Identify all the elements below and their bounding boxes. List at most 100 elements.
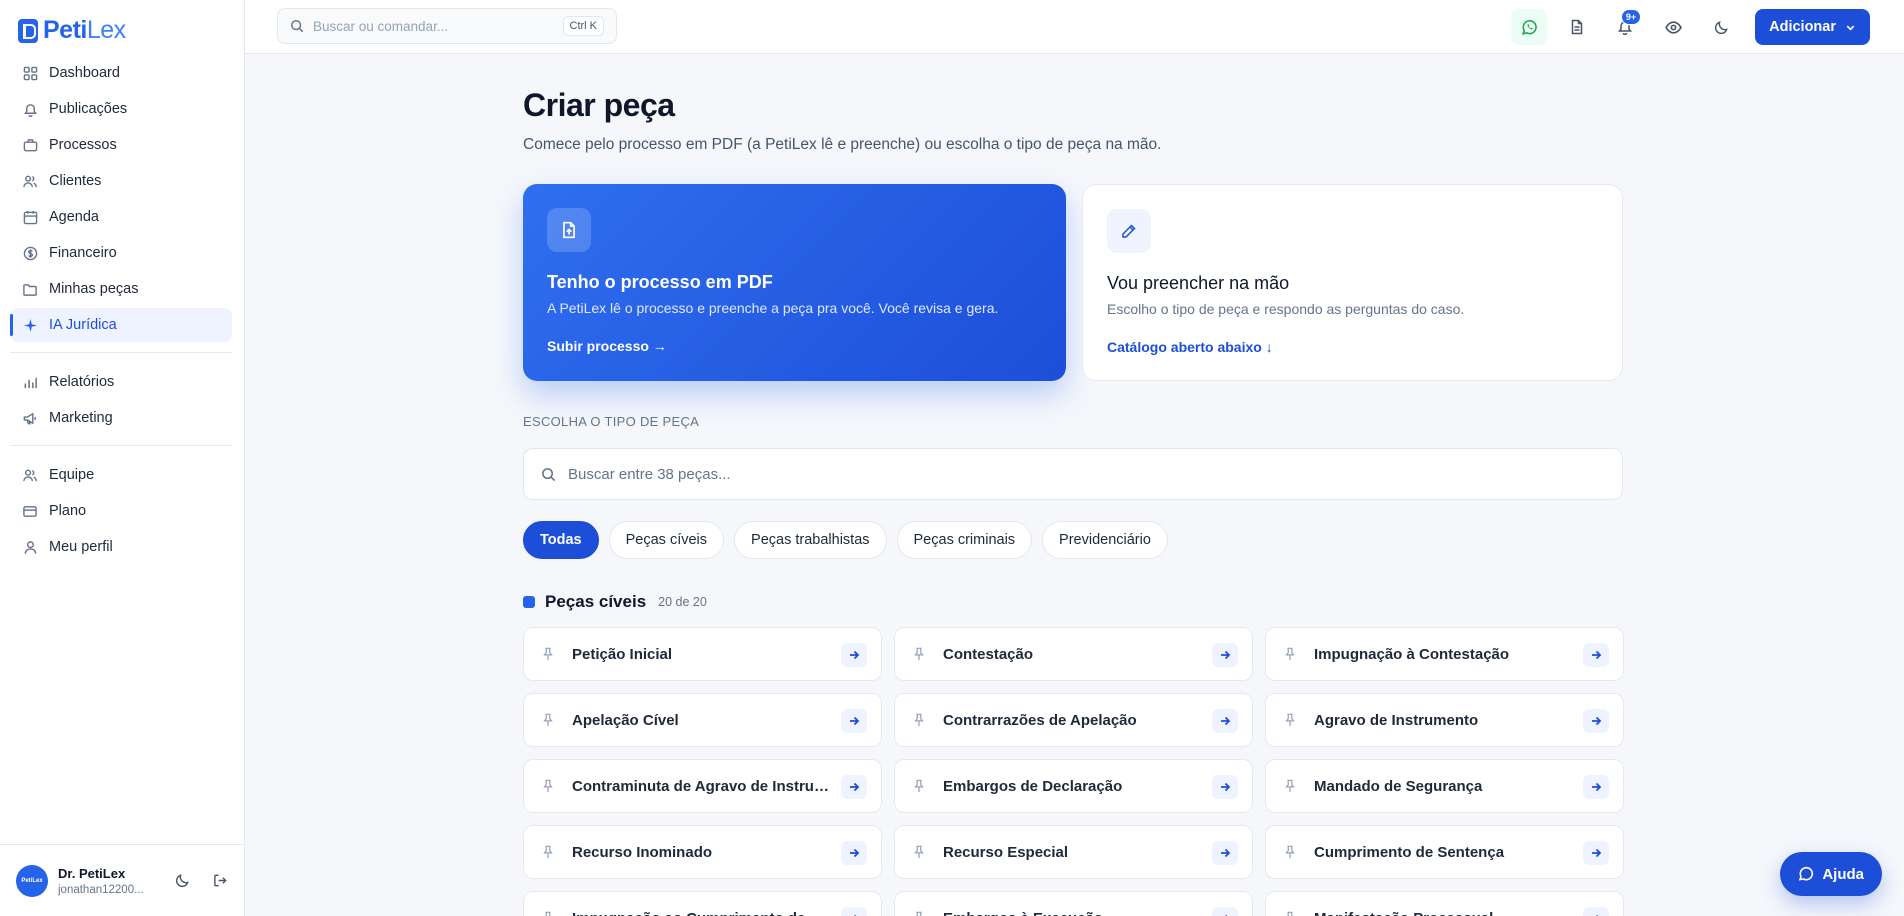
piece-name: Manifestação Processual xyxy=(1314,910,1576,916)
filter-todas[interactable]: Todas xyxy=(523,521,599,559)
sidebar-item-publicacoes[interactable]: Publicações xyxy=(10,92,232,126)
pin-icon[interactable] xyxy=(542,779,556,793)
global-search[interactable]: Ctrl K xyxy=(277,8,617,44)
sidebar-item-agenda[interactable]: Agenda xyxy=(10,200,232,234)
avatar[interactable]: PetiLex xyxy=(16,864,48,897)
pin-icon[interactable] xyxy=(913,713,927,727)
piece-card[interactable]: Recurso Especial xyxy=(894,825,1253,879)
arrow-right-icon[interactable] xyxy=(841,907,867,916)
arrow-right-icon[interactable] xyxy=(1583,841,1609,865)
sidebar-item-label: Meu perfil xyxy=(49,539,113,555)
add-button[interactable]: Adicionar xyxy=(1755,9,1870,45)
arrow-right-icon[interactable] xyxy=(1583,907,1609,916)
sidebar-item-plano[interactable]: Plano xyxy=(10,494,232,528)
sidebar-item-ia-juridica[interactable]: IA Jurídica xyxy=(10,308,232,342)
sidebar-item-minhas-pecas[interactable]: Minhas peças xyxy=(10,272,232,306)
arrow-right-icon[interactable] xyxy=(1583,643,1609,667)
piece-card[interactable]: Contrarrazões de Apelação xyxy=(894,693,1253,747)
arrow-right-icon[interactable] xyxy=(1212,643,1238,667)
upload-process-link[interactable]: Subir processo → xyxy=(547,338,1042,354)
piece-card[interactable]: Agravo de Instrumento xyxy=(1265,693,1624,747)
calendar-icon xyxy=(22,209,38,225)
piece-card[interactable]: Mandado de Segurança xyxy=(1265,759,1624,813)
piece-card[interactable]: Cumprimento de Sentença xyxy=(1265,825,1624,879)
sidebar-item-relatorios[interactable]: Relatórios xyxy=(10,365,232,399)
notifications-badge: 9+ xyxy=(1620,9,1642,25)
user-icon xyxy=(22,539,38,555)
piece-card[interactable]: Embargos de Declaração xyxy=(894,759,1253,813)
pin-icon[interactable] xyxy=(913,911,927,916)
sidebar-item-marketing[interactable]: Marketing xyxy=(10,401,232,435)
bell-icon xyxy=(22,101,38,117)
pin-icon[interactable] xyxy=(542,911,556,916)
catalog-link[interactable]: Catálogo aberto abaixo ↓ xyxy=(1107,339,1598,355)
piece-card[interactable]: Petição Inicial xyxy=(523,627,882,681)
upload-pdf-card[interactable]: Tenho o processo em PDF A PetiLex lê o p… xyxy=(523,184,1066,381)
eye-icon xyxy=(1664,19,1682,36)
piece-card[interactable]: Apelação Cível xyxy=(523,693,882,747)
piece-card[interactable]: Embargos à Execução xyxy=(894,891,1253,916)
filter-pecas-criminais[interactable]: Peças criminais xyxy=(896,521,1033,559)
pin-icon[interactable] xyxy=(1284,911,1298,916)
sidebar-item-meu-perfil[interactable]: Meu perfil xyxy=(10,530,232,564)
pin-icon[interactable] xyxy=(542,845,556,859)
pin-icon[interactable] xyxy=(913,647,927,661)
sidebar-item-equipe[interactable]: Equipe xyxy=(10,458,232,492)
sidebar-item-label: Marketing xyxy=(49,410,113,426)
pin-icon[interactable] xyxy=(1284,779,1298,793)
notifications-button[interactable]: 9+ xyxy=(1607,9,1643,45)
arrow-right-icon[interactable] xyxy=(841,643,867,667)
arrow-right-icon[interactable] xyxy=(841,775,867,799)
arrow-right-icon[interactable] xyxy=(841,709,867,733)
logout-button[interactable] xyxy=(206,867,234,895)
whatsapp-button[interactable] xyxy=(1511,9,1548,45)
moon-icon xyxy=(1714,20,1729,35)
arrow-right-icon[interactable] xyxy=(1212,841,1238,865)
pin-icon[interactable] xyxy=(542,647,556,661)
arrow-right-icon[interactable] xyxy=(1212,709,1238,733)
pin-icon[interactable] xyxy=(1284,647,1298,661)
preview-button[interactable] xyxy=(1655,9,1691,45)
arrow-right-icon[interactable] xyxy=(1583,709,1609,733)
piece-card[interactable]: Recurso Inominado xyxy=(523,825,882,879)
filter-pecas-civeis[interactable]: Peças cíveis xyxy=(608,521,725,559)
sidebar-item-financeiro[interactable]: Financeiro xyxy=(10,236,232,270)
dark-mode-button[interactable] xyxy=(1703,9,1739,45)
piece-card[interactable]: Impugnação à Contestação xyxy=(1265,627,1624,681)
piece-name: Agravo de Instrumento xyxy=(1314,711,1479,729)
pin-icon[interactable] xyxy=(1284,845,1298,859)
user-email: jonathan12200... xyxy=(58,883,144,896)
pin-icon[interactable] xyxy=(913,845,927,859)
theme-toggle-button[interactable] xyxy=(168,867,196,895)
arrow-right-icon[interactable] xyxy=(1212,775,1238,799)
sidebar-item-label: Plano xyxy=(49,503,87,519)
logo-text: PetiLex xyxy=(43,16,126,44)
catalog-search[interactable] xyxy=(523,448,1623,500)
piece-card[interactable]: Contraminuta de Agravo de Instrumento xyxy=(523,759,882,813)
filter-pecas-trabalhistas[interactable]: Peças trabalhistas xyxy=(734,521,887,559)
arrow-right-icon[interactable] xyxy=(841,841,867,865)
catalog-search-input[interactable] xyxy=(568,465,1468,483)
manual-fill-card[interactable]: Vou preencher na mão Escolho o tipo de p… xyxy=(1082,184,1623,381)
sidebar-item-processos[interactable]: Processos xyxy=(10,128,232,162)
pin-icon[interactable] xyxy=(542,713,556,727)
logo[interactable]: PetiLex xyxy=(18,16,126,45)
piece-card[interactable]: Contestação xyxy=(894,627,1253,681)
sidebar-item-dashboard[interactable]: Dashboard xyxy=(10,56,232,90)
piece-name: Contrarrazões de Apelação xyxy=(943,711,1137,729)
sidebar-item-label: Equipe xyxy=(49,467,95,483)
search-input[interactable] xyxy=(313,18,553,34)
pin-icon[interactable] xyxy=(1284,713,1298,727)
piece-card[interactable]: Manifestação Processual xyxy=(1265,891,1624,916)
pin-icon[interactable] xyxy=(913,779,927,793)
documents-button[interactable] xyxy=(1559,9,1595,45)
help-button[interactable]: Ajuda xyxy=(1780,852,1882,896)
card-description: A PetiLex lê o processo e preenche a peç… xyxy=(547,300,999,316)
piece-card[interactable]: Impugnação ao Cumprimento de Sentença xyxy=(523,891,882,916)
sidebar-item-clientes[interactable]: Clientes xyxy=(10,164,232,198)
grid-icon xyxy=(22,65,38,81)
pieces-grid: Petição Inicial Contestação Impugnação à C… xyxy=(523,627,1624,916)
arrow-right-icon[interactable] xyxy=(1583,775,1609,799)
filter-previdenciario[interactable]: Previdenciário xyxy=(1042,521,1168,559)
arrow-right-icon[interactable] xyxy=(1212,907,1238,916)
